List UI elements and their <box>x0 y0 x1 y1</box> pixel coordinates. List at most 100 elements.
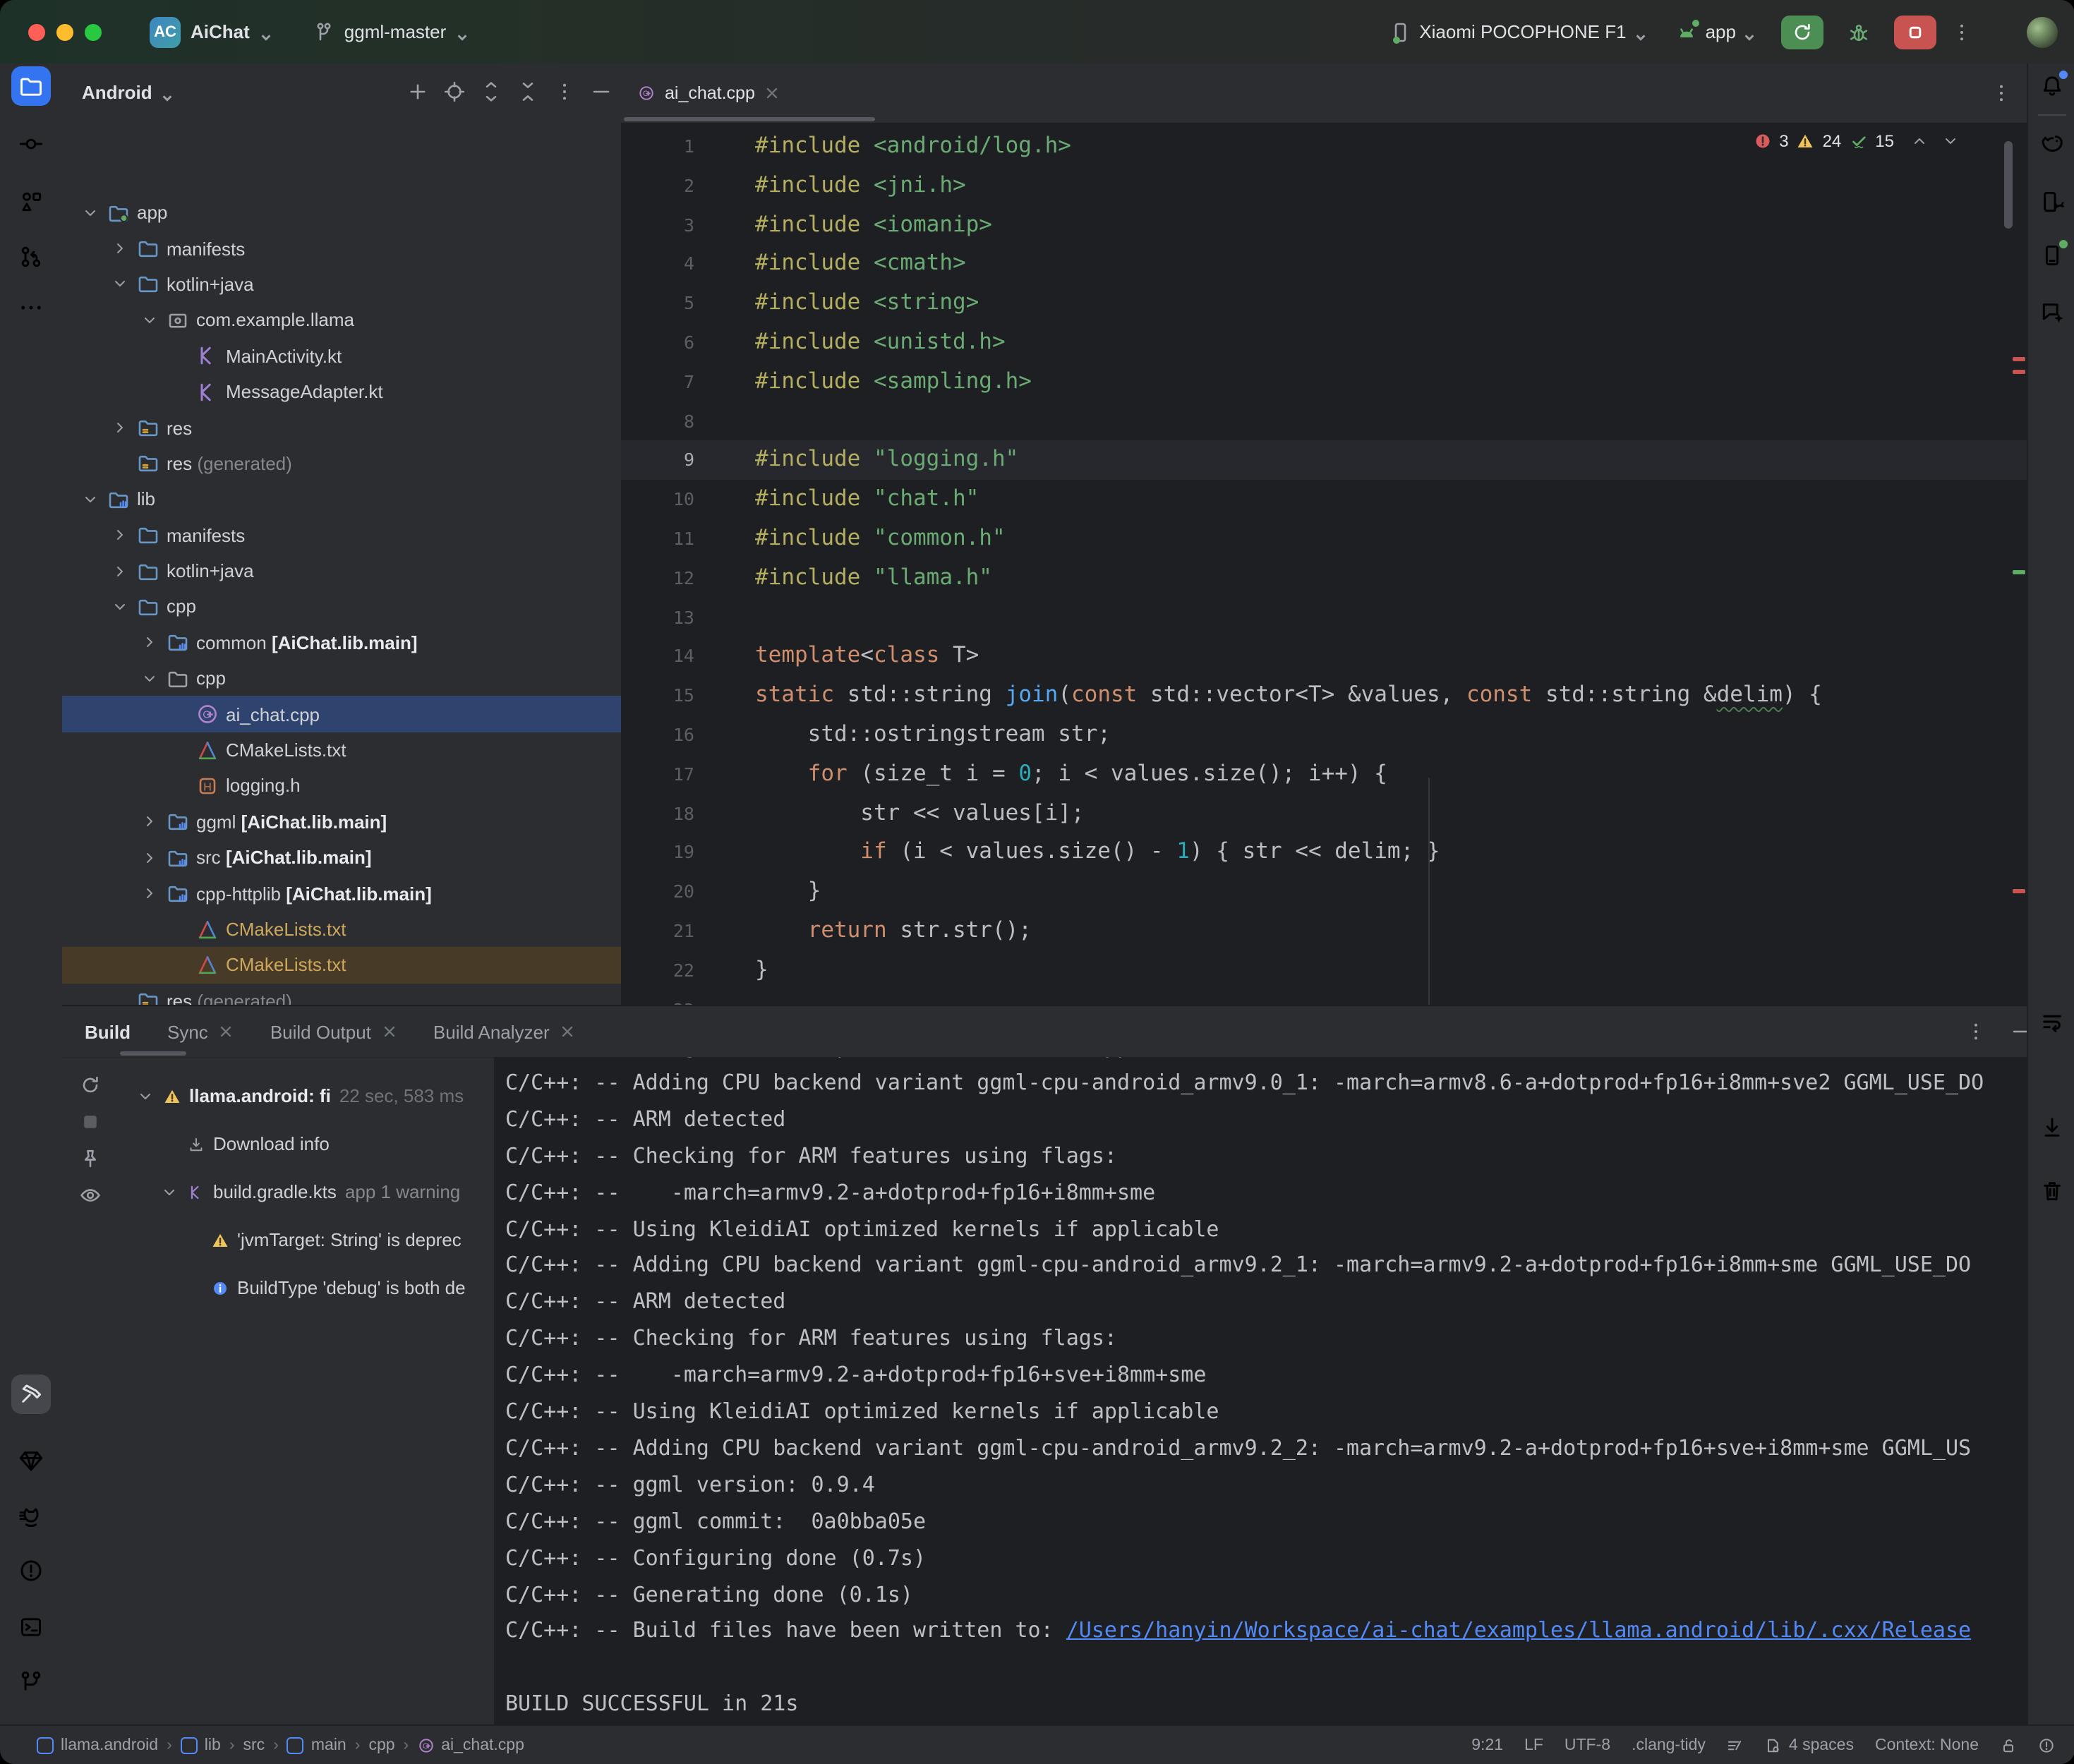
build-pin-icon[interactable] <box>79 1147 102 1170</box>
tree-item-logging-h[interactable]: Hlogging.h <box>62 768 621 804</box>
more-actions-icon[interactable] <box>1951 20 1973 43</box>
error-stripe-mark[interactable] <box>2013 357 2025 361</box>
line-number[interactable]: 3 <box>621 205 694 245</box>
line-number[interactable]: 11 <box>621 519 694 559</box>
rail-version-control[interactable] <box>11 1661 51 1700</box>
next-problem-icon[interactable] <box>1942 133 1959 150</box>
rail-commit[interactable] <box>11 124 51 164</box>
line-number[interactable]: 23 <box>621 990 694 1005</box>
line-number[interactable]: 19 <box>621 833 694 873</box>
event-log-icon[interactable] <box>2038 1737 2055 1754</box>
rail-resource-manager[interactable] <box>11 182 51 222</box>
rail-build-hammer[interactable] <box>11 1375 51 1414</box>
project-expand-all-icon[interactable] <box>480 80 502 103</box>
vcs-branch-widget[interactable]: ggml-master <box>312 20 469 43</box>
debug-button[interactable] <box>1838 15 1880 49</box>
tree-item-res[interactable]: res (generated) <box>62 983 621 1005</box>
error-stripe-mark[interactable] <box>2013 889 2025 893</box>
project-hide-icon[interactable] <box>590 80 613 103</box>
console-soft-wrap[interactable] <box>2032 1002 2072 1041</box>
context-widget[interactable]: Context: None <box>1875 1737 1979 1754</box>
build-options-icon[interactable] <box>1965 1020 1987 1043</box>
line-number[interactable]: 14 <box>621 637 694 677</box>
rail-project-folder[interactable] <box>11 66 51 106</box>
line-number[interactable]: 22 <box>621 951 694 991</box>
change-stripe-mark[interactable] <box>2013 570 2025 574</box>
prev-problem-icon[interactable] <box>1911 133 1928 150</box>
editor[interactable]: C ai_chat.cpp 1#include <android/log.h>2… <box>621 64 2027 1005</box>
rail-gradle[interactable] <box>2032 123 2072 162</box>
line-number[interactable]: 10 <box>621 480 694 519</box>
console-link[interactable]: /Users/hanyin/Workspace/ai-chat/examples… <box>1066 1618 1971 1643</box>
line-number[interactable]: 20 <box>621 872 694 912</box>
close-tab-icon[interactable] <box>765 86 779 100</box>
rail-problems[interactable] <box>11 1551 51 1590</box>
build-stop-icon[interactable] <box>79 1111 102 1133</box>
build-rerun-sync-icon[interactable] <box>79 1074 102 1097</box>
close-tab-icon[interactable] <box>561 1025 575 1039</box>
line-number[interactable]: 15 <box>621 676 694 715</box>
build-console[interactable]: C/C++: -- Using KleidiAI optimized kerne… <box>494 1057 2027 1726</box>
build-tree-item[interactable]: BuildType 'debug' is both de <box>183 1277 466 1298</box>
tree-item-cpp[interactable]: cpp <box>62 660 621 696</box>
breadcrumb-item[interactable]: cpp <box>368 1737 394 1754</box>
project-view-selector[interactable]: Android <box>82 81 152 102</box>
tab-sync[interactable]: Sync <box>167 1021 234 1042</box>
line-number[interactable]: 13 <box>621 598 694 637</box>
tree-item-src[interactable]: src [AiChat.lib.main] <box>62 840 621 876</box>
tree-item-app[interactable]: app <box>62 195 621 231</box>
rail-terminal[interactable] <box>11 1607 51 1647</box>
line-ending[interactable]: LF <box>1524 1737 1543 1754</box>
tab-ai_chat-cpp[interactable]: C ai_chat.cpp <box>621 64 796 123</box>
console-scroll-to-end[interactable] <box>2032 1108 2072 1147</box>
editor-v-scrollbar[interactable] <box>2004 141 2013 229</box>
caret-position[interactable]: 9:21 <box>1471 1737 1503 1754</box>
tree-item-kotlin-java[interactable]: kotlin+java <box>62 267 621 303</box>
breadcrumb-item[interactable]: Cai_chat.cpp <box>417 1737 524 1754</box>
clang-tidy-widget[interactable]: .clang-tidy <box>1632 1737 1706 1754</box>
lock-open-icon[interactable] <box>2000 1737 2017 1754</box>
line-number[interactable]: 18 <box>621 794 694 833</box>
breadcrumb-item[interactable]: llama.android <box>37 1737 158 1754</box>
inspections-toggle-icon[interactable] <box>1727 1737 1744 1754</box>
rerun-button[interactable] <box>1781 15 1823 49</box>
editor-options-icon[interactable] <box>1990 82 2013 104</box>
rail-notifications[interactable] <box>2032 66 2072 106</box>
line-number[interactable]: 4 <box>621 245 694 284</box>
tree-item-res[interactable]: res <box>62 410 621 446</box>
close-window-button[interactable] <box>28 23 45 40</box>
editor-h-scrollbar[interactable] <box>624 117 875 121</box>
line-number[interactable]: 8 <box>621 401 694 441</box>
project-widget[interactable]: AC AiChat <box>150 16 272 47</box>
tree-item-manifests[interactable]: manifests <box>62 231 621 267</box>
rail-pull-requests[interactable] <box>11 237 51 277</box>
build-tree-item[interactable]: llama.android: fi 22 sec, 583 ms <box>135 1085 464 1106</box>
rail-more[interactable] <box>11 288 51 327</box>
close-tab-icon[interactable] <box>219 1025 234 1039</box>
build-tree-item[interactable]: 'jvmTarget: String' is deprec <box>183 1229 462 1250</box>
line-number[interactable]: 1 <box>621 127 694 167</box>
project-locate-icon[interactable] <box>443 80 466 103</box>
project-add-icon[interactable] <box>406 80 429 103</box>
line-number[interactable]: 17 <box>621 755 694 795</box>
line-number[interactable]: 9 <box>621 441 694 481</box>
line-number[interactable]: 12 <box>621 559 694 598</box>
tree-item-manifests[interactable]: manifests <box>62 517 621 553</box>
tree-item-cmakelists-txt[interactable]: CMakeLists.txt <box>62 912 621 948</box>
build-tabs-scrollbar[interactable] <box>120 1051 186 1056</box>
tree-item-cpp[interactable]: cpp <box>62 589 621 625</box>
file-encoding[interactable]: UTF-8 <box>1564 1737 1610 1754</box>
tree-item-lib[interactable]: lib <box>62 481 621 517</box>
build-tree-item[interactable]: Download info <box>159 1133 330 1154</box>
line-number[interactable]: 21 <box>621 912 694 951</box>
breadcrumb-item[interactable]: main <box>287 1737 346 1754</box>
hide-panel-icon[interactable] <box>2010 1020 2027 1043</box>
rail-device-manager[interactable] <box>2032 182 2072 222</box>
rail-running-devices[interactable] <box>2032 236 2072 275</box>
tab-build-output[interactable]: Build Output <box>270 1021 397 1042</box>
line-number[interactable]: 6 <box>621 323 694 363</box>
console-clear-all[interactable] <box>2032 1171 2072 1211</box>
build-tree-item[interactable]: build.gradle.kts app 1 warning <box>159 1181 460 1202</box>
tree-item-mainactivity-kt[interactable]: MainActivity.kt <box>62 338 621 374</box>
run-config-selector[interactable]: app <box>1676 20 1756 43</box>
